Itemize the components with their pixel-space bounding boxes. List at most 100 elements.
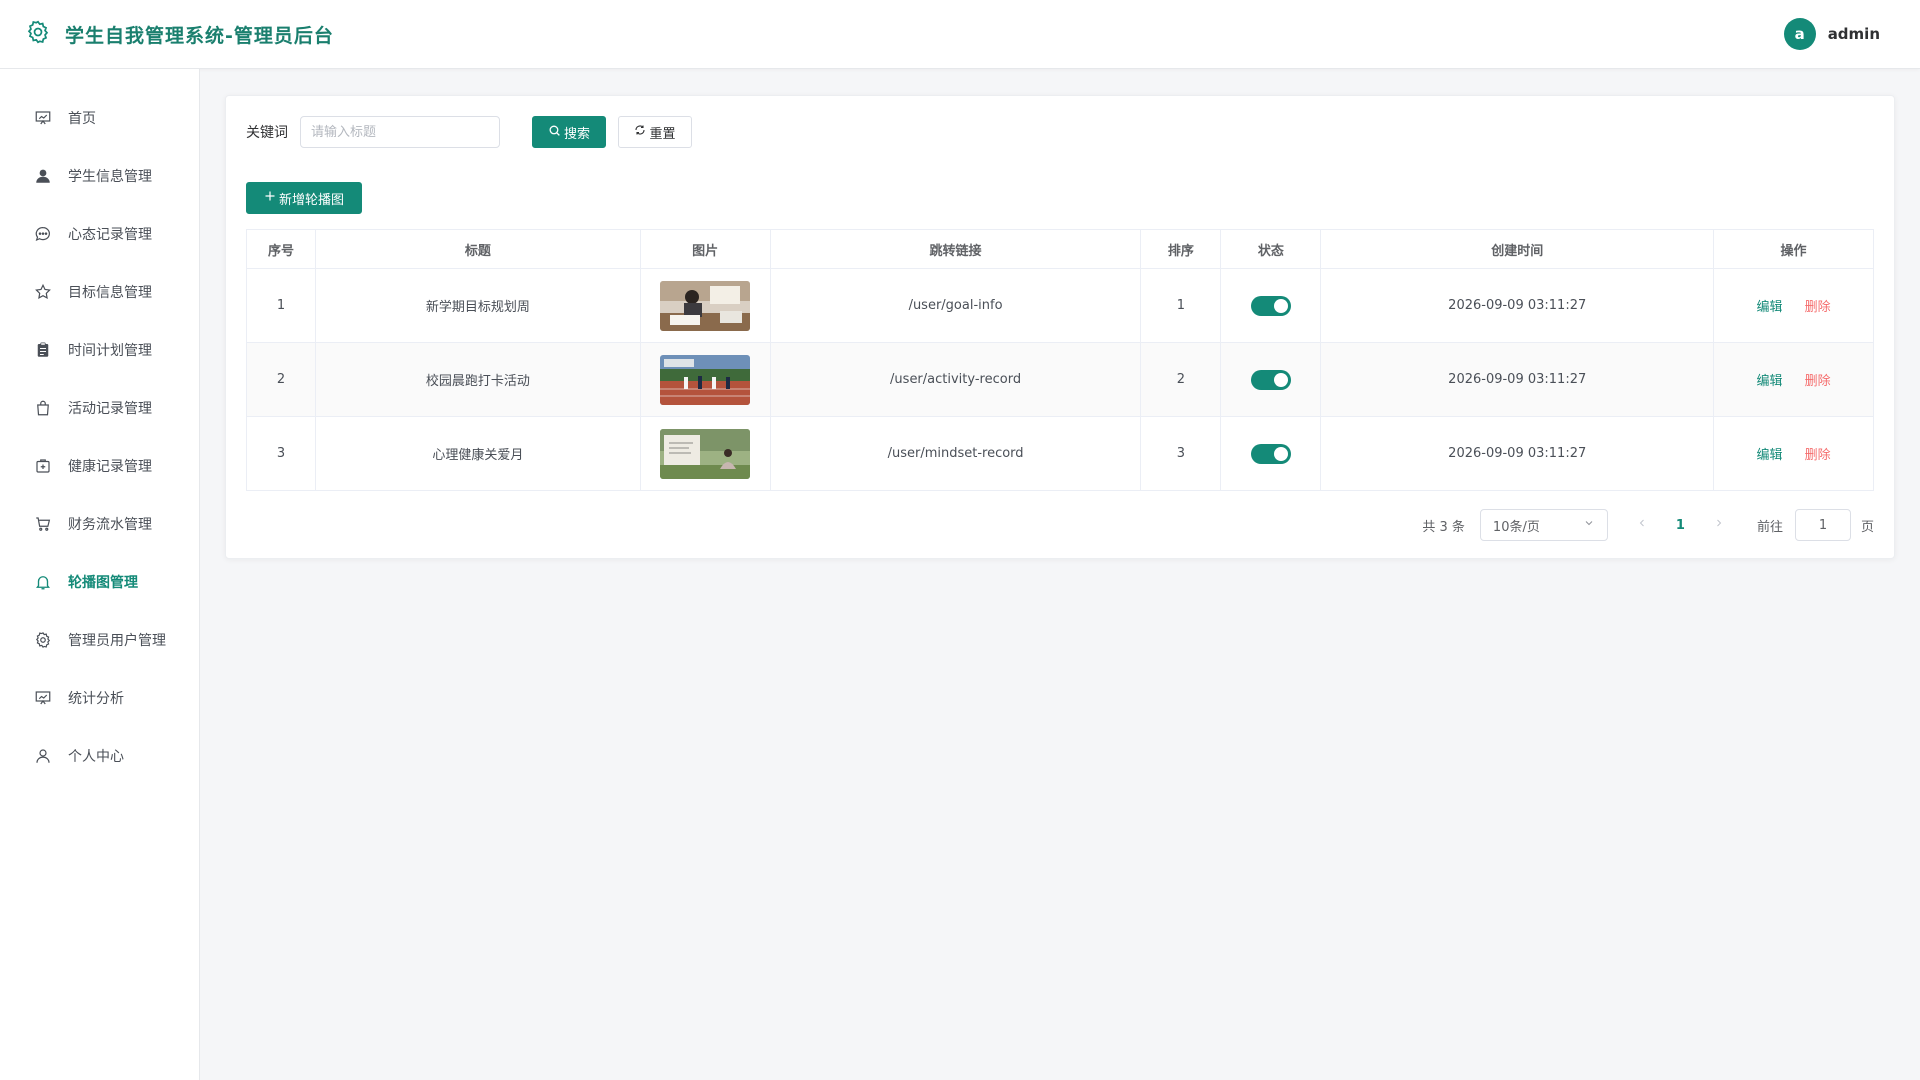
top-header: 学生自我管理系统-管理员后台 a admin <box>0 0 1920 69</box>
row-index: 2 <box>246 342 316 417</box>
sidebar-item-activities[interactable]: 活动记录管理 <box>0 379 199 437</box>
next-page-button[interactable] <box>1713 517 1725 533</box>
reset-button-label: 重置 <box>649 126 676 142</box>
table-row[interactable]: 3 心理健康关爱月 /user/mindset-record 3 2026-09… <box>246 416 1874 491</box>
sidebar-item-finance[interactable]: 财务流水管理 <box>0 495 199 553</box>
reset-button[interactable]: 重置 <box>618 116 692 148</box>
shopping-bag-icon <box>34 399 52 417</box>
sidebar-item-label: 首页 <box>68 111 96 127</box>
column-header[interactable]: 操作 <box>1713 229 1874 269</box>
pagination: 共 3 条 10条/页 1 前往 页 <box>1422 509 1874 541</box>
sidebar-item-profile[interactable]: 个人中心 <box>0 727 199 785</box>
username[interactable]: admin <box>1828 25 1880 43</box>
row-index: 1 <box>246 268 316 343</box>
avatar[interactable]: a <box>1783 18 1816 50</box>
bell-icon <box>34 573 52 591</box>
column-header[interactable]: 标题 <box>314 229 641 269</box>
sidebar-item-home[interactable]: 首页 <box>0 89 199 147</box>
search-button-label: 搜索 <box>563 126 590 142</box>
row-actions: 编辑 删除 <box>1713 342 1874 417</box>
sidebar-item-label: 活动记录管理 <box>68 401 152 417</box>
table-row[interactable]: 1 新学期目标规划周 /user/goal-info 1 2026-09-09 … <box>246 268 1874 343</box>
column-header[interactable]: 创建时间 <box>1320 229 1715 269</box>
user-menu[interactable]: a admin <box>1783 18 1880 50</box>
row-link: /user/mindset-record <box>769 416 1142 491</box>
sidebar-item-label: 时间计划管理 <box>68 343 152 359</box>
add-carousel-button[interactable]: 新增轮播图 <box>246 182 362 214</box>
presentation-chart-icon <box>34 689 52 707</box>
sidebar-item-label: 健康记录管理 <box>68 459 152 475</box>
sidebar-item-statistics[interactable]: 统计分析 <box>0 669 199 727</box>
user-icon <box>34 167 52 185</box>
person-outline-icon <box>34 747 52 765</box>
prev-page-button[interactable] <box>1636 517 1648 533</box>
sidebar-item-label: 目标信息管理 <box>68 285 152 301</box>
carousel-table: 序号 标题 图片 跳转链接 排序 状态 创建时间 操作 1 新学期目标规划周 /… <box>246 229 1874 491</box>
row-image-cell <box>639 268 771 343</box>
study-desk-thumbnail[interactable] <box>660 280 751 331</box>
running-track-thumbnail[interactable] <box>660 354 751 405</box>
clipboard-icon <box>34 341 52 359</box>
row-title: 心理健康关爱月 <box>314 416 641 491</box>
goto-label: 前往 <box>1756 519 1783 535</box>
dashboard-icon <box>34 109 52 127</box>
search-button[interactable]: 搜索 <box>532 116 606 148</box>
sidebar-item-admin-users[interactable]: 管理员用户管理 <box>0 611 199 669</box>
keyword-search-input[interactable] <box>300 116 500 148</box>
row-image-cell <box>639 342 771 417</box>
sidebar-item-label: 管理员用户管理 <box>68 633 166 649</box>
status-toggle[interactable] <box>1250 369 1291 390</box>
delete-link[interactable]: 删除 <box>1805 374 1831 389</box>
row-sort: 1 <box>1140 268 1222 343</box>
row-link: /user/goal-info <box>769 268 1142 343</box>
sidebar-item-label: 个人中心 <box>68 749 124 765</box>
sidebar-item-time-plan[interactable]: 时间计划管理 <box>0 321 199 379</box>
row-created: 2026-09-09 03:11:27 <box>1320 268 1715 343</box>
edit-link[interactable]: 编辑 <box>1756 374 1782 389</box>
sidebar-item-label: 心态记录管理 <box>68 227 152 243</box>
column-header[interactable]: 跳转链接 <box>769 229 1142 269</box>
page-size-select[interactable]: 10条/页 <box>1479 509 1608 541</box>
row-sort: 3 <box>1140 416 1222 491</box>
sidebar-item-goals[interactable]: 目标信息管理 <box>0 263 199 321</box>
sidebar: 首页 学生信息管理 心态记录管理 目标信息管理 时间计划管理 活动记录管理 健康… <box>0 69 200 1080</box>
cart-icon <box>34 515 52 533</box>
plus-icon <box>264 190 276 206</box>
column-header[interactable]: 图片 <box>639 229 771 269</box>
sidebar-item-label: 学生信息管理 <box>68 169 152 185</box>
row-actions: 编辑 删除 <box>1713 416 1874 491</box>
sidebar-item-carousel[interactable]: 轮播图管理 <box>0 553 199 611</box>
delete-link[interactable]: 删除 <box>1805 448 1831 463</box>
column-header[interactable]: 序号 <box>246 229 316 269</box>
status-toggle[interactable] <box>1250 295 1291 316</box>
sidebar-item-mindset[interactable]: 心态记录管理 <box>0 205 199 263</box>
sidebar-item-label: 统计分析 <box>68 691 124 707</box>
row-actions: 编辑 删除 <box>1713 268 1874 343</box>
chevron-left-icon <box>1639 519 1644 527</box>
sidebar-item-students[interactable]: 学生信息管理 <box>0 147 199 205</box>
chevron-right-icon <box>1717 519 1722 527</box>
table-row[interactable]: 2 校园晨跑打卡活动 /user/activity-record 2 2026-… <box>246 342 1874 417</box>
table-header-row: 序号 标题 图片 跳转链接 排序 状态 创建时间 操作 <box>246 229 1874 269</box>
row-sort: 2 <box>1140 342 1222 417</box>
sidebar-item-label: 轮播图管理 <box>68 575 138 591</box>
edit-link[interactable]: 编辑 <box>1756 448 1782 463</box>
page-size-value: 10条/页 <box>1492 519 1540 535</box>
page-number-current[interactable]: 1 <box>1676 518 1685 533</box>
delete-link[interactable]: 删除 <box>1805 300 1831 315</box>
sidebar-item-health[interactable]: 健康记录管理 <box>0 437 199 495</box>
column-header[interactable]: 状态 <box>1220 229 1322 269</box>
star-icon <box>34 283 52 301</box>
column-header[interactable]: 排序 <box>1140 229 1222 269</box>
row-image-cell <box>639 416 771 491</box>
app-title: 学生自我管理系统-管理员后台 <box>65 24 334 47</box>
search-bar: 关键词 搜索 重置 <box>246 116 692 148</box>
keyword-label: 关键词 <box>246 125 288 141</box>
carousel-management-card: 关键词 搜索 重置 新增轮播图 序号 标题 图片 跳转链接 <box>225 95 1895 559</box>
row-created: 2026-09-09 03:11:27 <box>1320 342 1715 417</box>
status-toggle[interactable] <box>1250 443 1291 464</box>
gear-icon <box>34 631 52 649</box>
edit-link[interactable]: 编辑 <box>1756 300 1782 315</box>
meditation-park-thumbnail[interactable] <box>660 428 751 479</box>
goto-page-input[interactable] <box>1794 509 1851 541</box>
